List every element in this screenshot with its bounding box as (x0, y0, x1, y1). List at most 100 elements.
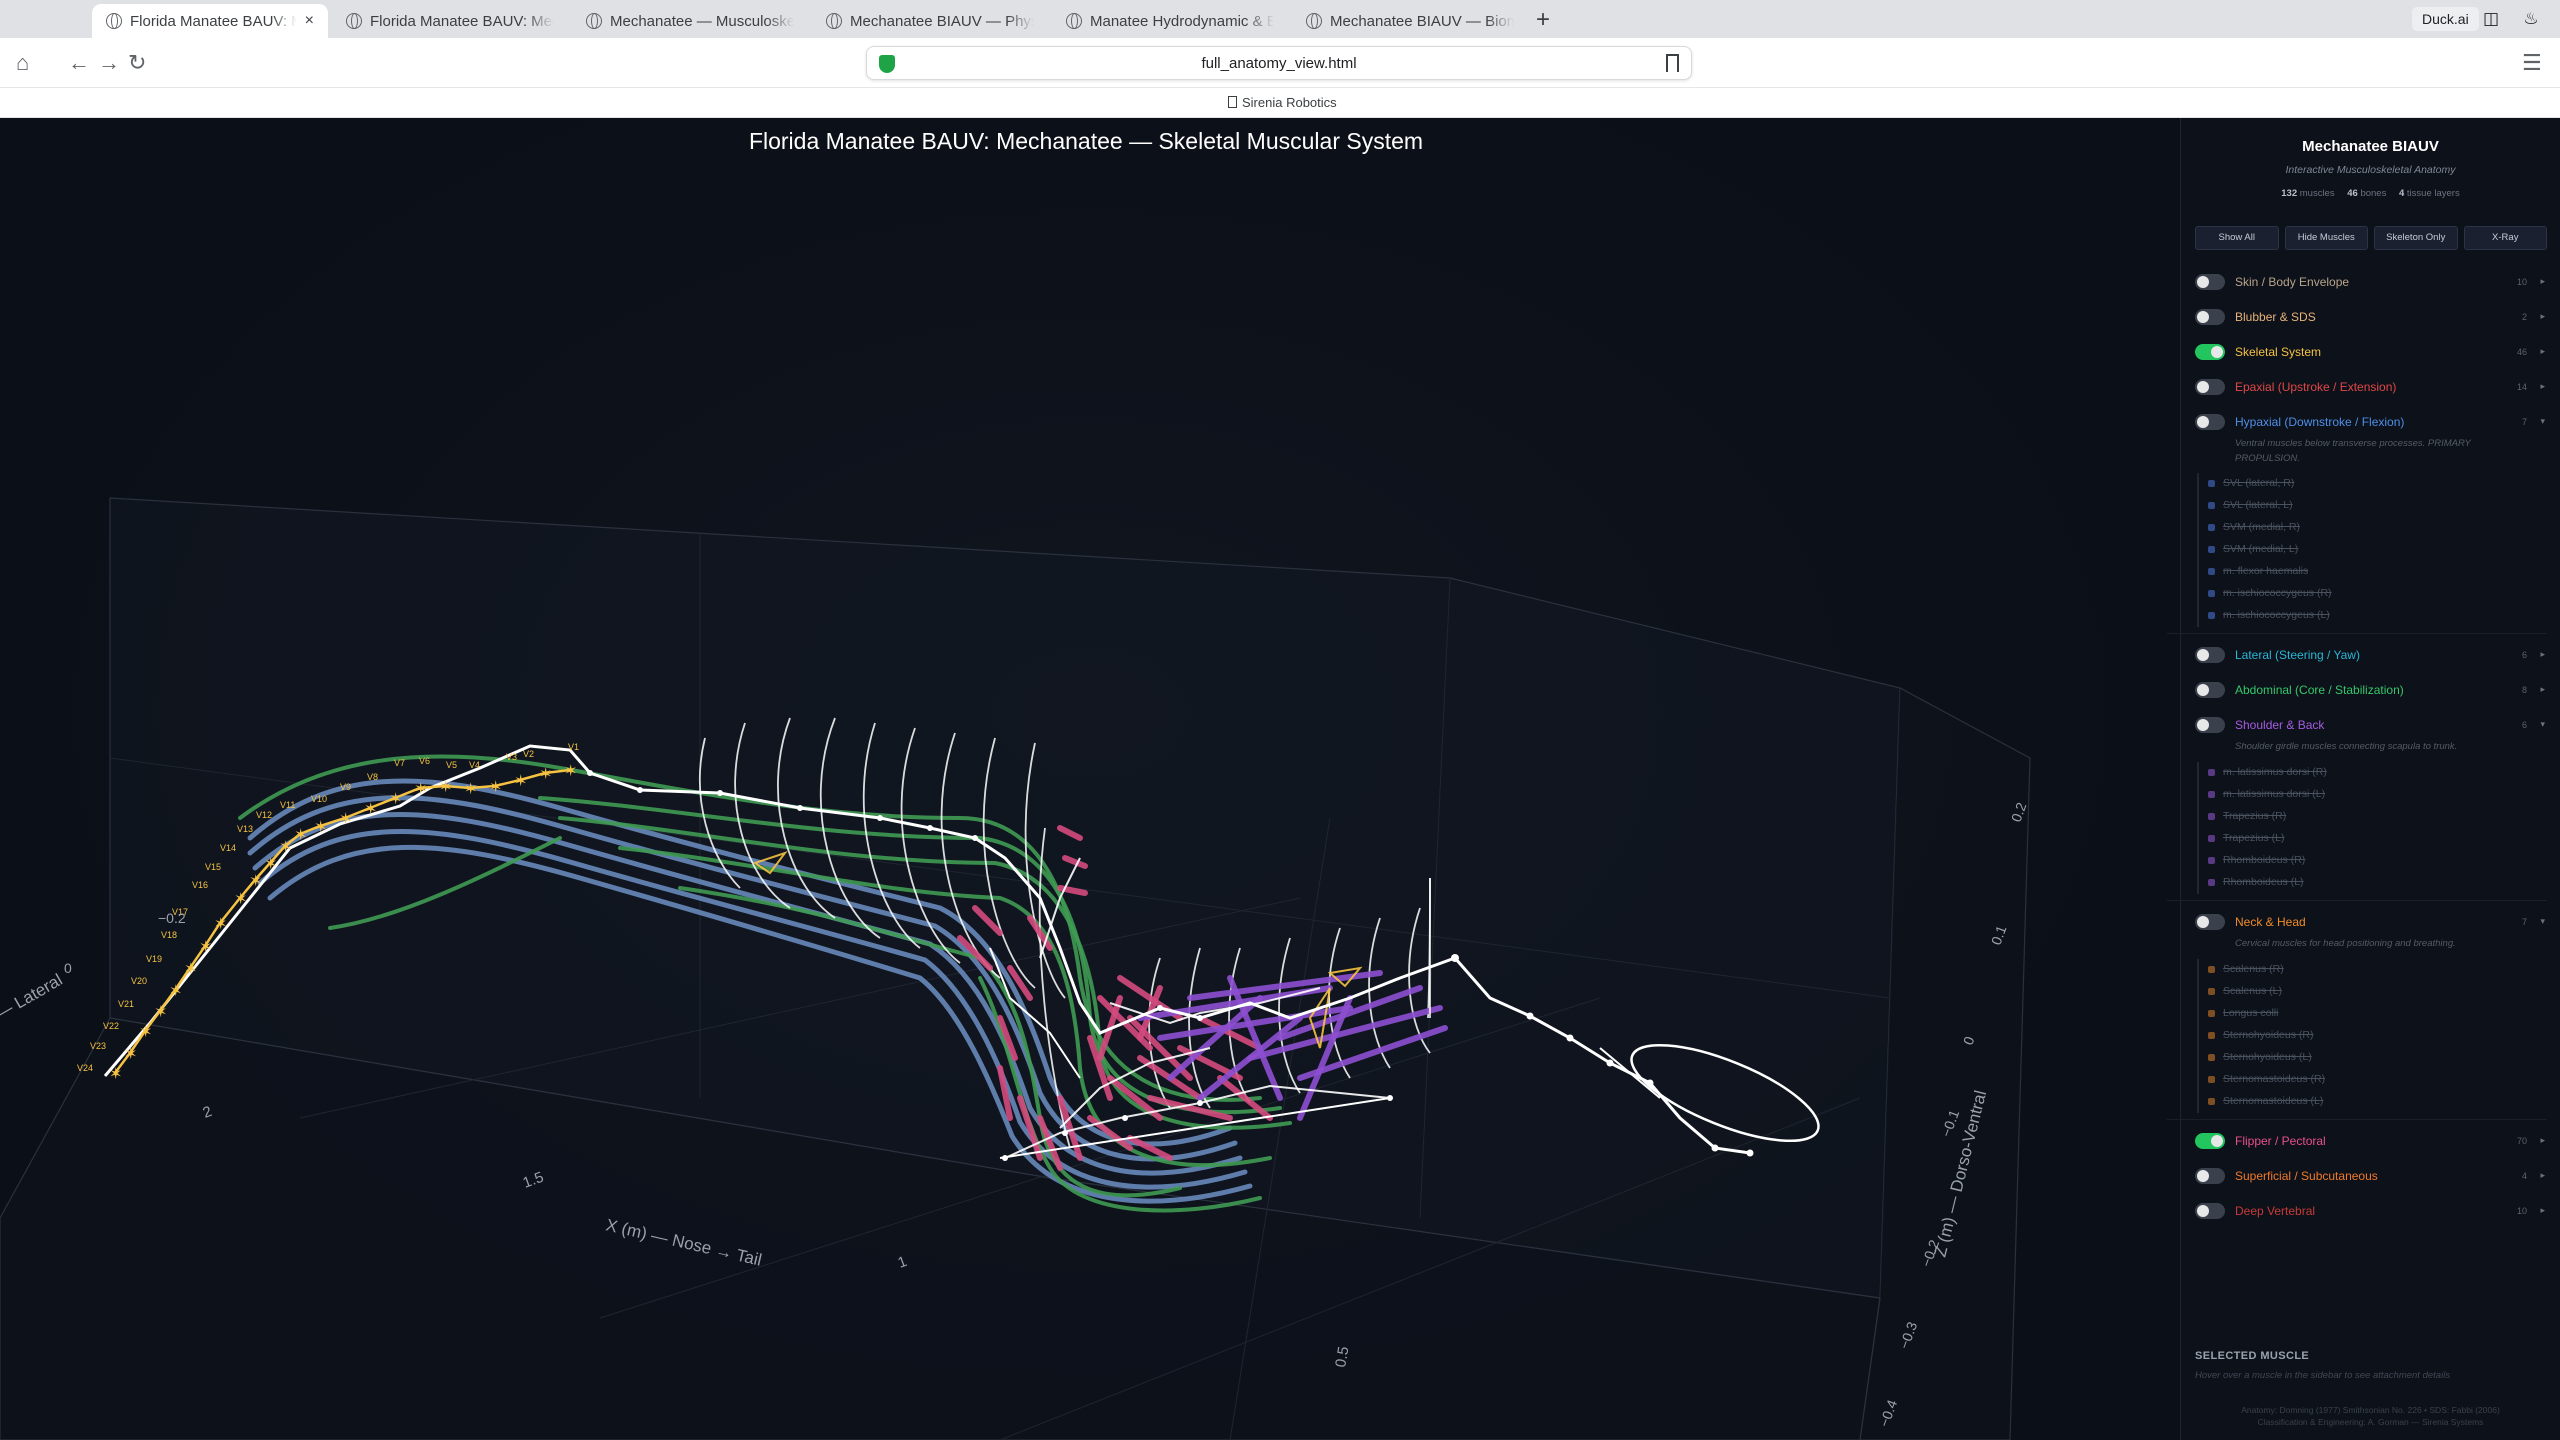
muscle-item[interactable]: Sternomastoideus (L) (2199, 1091, 2517, 1113)
muscle-item[interactable]: Trapezius (L) (2199, 828, 2517, 850)
close-icon[interactable]: × (305, 12, 314, 30)
bookmark-icon[interactable] (1666, 54, 1679, 72)
muscle-item[interactable]: Trapezius (R) (2199, 806, 2517, 828)
forward-icon[interactable]: → (98, 51, 120, 75)
tab-6[interactable]: Mechanatee BIAUV — Biomimet (1292, 4, 1528, 38)
sidebar-toggle-icon[interactable]: ◫ (2480, 8, 2502, 30)
layer-toggle[interactable] (2195, 414, 2225, 430)
vertebra-marker[interactable]: ✶ (339, 809, 352, 828)
duck-ai-button[interactable]: Duck.ai (2412, 7, 2479, 31)
new-tab-button[interactable]: + (1536, 6, 1550, 34)
vertebra-marker[interactable]: ✶ (169, 981, 182, 1000)
layer-row[interactable]: Blubber & SDS 2 ▸ (2195, 303, 2547, 331)
vertebra-marker[interactable]: ✶ (514, 771, 527, 790)
chevron-icon[interactable]: ▾ (2540, 916, 2545, 927)
muscle-item[interactable]: Longus colli (2199, 1003, 2517, 1025)
muscle-item[interactable]: Scalenus (R) (2199, 959, 2517, 981)
muscle-item[interactable]: m. flexor haemalis (2199, 561, 2517, 583)
layer-toggle[interactable] (2195, 914, 2225, 930)
vertebra-marker[interactable]: ✶ (279, 837, 292, 856)
muscle-item[interactable]: SVL (lateral, R) (2199, 473, 2517, 495)
layer-toggle[interactable] (2195, 1168, 2225, 1184)
back-icon[interactable]: ← (68, 51, 90, 75)
vertebra-marker[interactable]: ✶ (314, 817, 327, 836)
reload-icon[interactable]: ↻ (128, 51, 146, 75)
vertebra-marker[interactable]: ✶ (364, 799, 377, 818)
layer-row[interactable]: Hypaxial (Downstroke / Flexion) 7 ▾ (2195, 408, 2547, 436)
vertebra-marker[interactable]: ✶ (294, 825, 307, 844)
fire-icon[interactable]: ♨ (2520, 8, 2542, 30)
muscle-item[interactable]: SVM (medial, L) (2199, 539, 2517, 561)
show-all-button[interactable]: Show All (2195, 226, 2279, 250)
muscle-item[interactable]: m. ischiococcygeus (R) (2199, 583, 2517, 605)
vertebra-marker[interactable]: ✶ (109, 1064, 122, 1083)
muscle-item[interactable]: Sternohyoideus (L) (2199, 1047, 2517, 1069)
layer-row[interactable]: Neck & Head 7 ▾ (2195, 908, 2547, 936)
tab-2[interactable]: Florida Manatee BAUV: Mechanatee (332, 4, 568, 38)
layer-toggle[interactable] (2195, 309, 2225, 325)
vertebra-marker[interactable]: ✶ (199, 937, 212, 956)
muscle-item[interactable]: Rhomboideus (L) (2199, 872, 2517, 894)
layer-row[interactable]: Superficial / Subcutaneous 4 ▸ (2195, 1162, 2547, 1190)
vertebra-marker[interactable]: ✶ (264, 854, 277, 873)
home-icon[interactable]: ⌂ (16, 51, 29, 75)
vertebra-marker[interactable]: ✶ (464, 779, 477, 798)
layer-row[interactable]: Abdominal (Core / Stabilization) 8 ▸ (2195, 676, 2547, 704)
vertebra-marker[interactable]: ✶ (139, 1022, 152, 1041)
vertebra-marker[interactable]: ✶ (184, 959, 197, 978)
hide-muscles-button[interactable]: Hide Muscles (2284, 226, 2368, 250)
x-ray-button[interactable]: X-Ray (2463, 226, 2547, 250)
vertebra-marker[interactable]: ✶ (564, 761, 577, 780)
muscle-item[interactable]: m. ischiococcygeus (L) (2199, 605, 2517, 627)
vertebra-marker[interactable]: ✶ (389, 789, 402, 808)
vertebra-marker[interactable]: ✶ (249, 871, 262, 890)
layer-toggle[interactable] (2195, 344, 2225, 360)
layer-row[interactable]: Flipper / Pectoral 70 ▸ (2195, 1127, 2547, 1155)
muscle-item[interactable]: Rhomboideus (R) (2199, 850, 2517, 872)
chevron-icon[interactable]: ▸ (2540, 1135, 2545, 1146)
layer-row[interactable]: Deep Vertebral 10 ▸ (2195, 1197, 2547, 1225)
layer-toggle[interactable] (2195, 1203, 2225, 1219)
vertebra-marker[interactable]: ✶ (439, 777, 452, 796)
chevron-icon[interactable]: ▸ (2540, 649, 2545, 660)
layer-toggle[interactable] (2195, 274, 2225, 290)
vertebra-marker[interactable]: ✶ (489, 777, 502, 796)
muscle-item[interactable]: Scalenus (L) (2199, 981, 2517, 1003)
muscle-item[interactable]: SVL (lateral, L) (2199, 495, 2517, 517)
vertebra-marker[interactable]: ✶ (414, 779, 427, 798)
tab-5[interactable]: Manatee Hydrodynamic & Biom (1052, 4, 1288, 38)
vertebra-marker[interactable]: ✶ (154, 1002, 167, 1021)
menu-icon[interactable]: ☰ (2522, 51, 2542, 75)
layer-toggle[interactable] (2195, 1133, 2225, 1149)
layer-row[interactable]: Skeletal System 46 ▸ (2195, 338, 2547, 366)
layer-toggle[interactable] (2195, 647, 2225, 663)
anatomy-3d-plot[interactable]: Florida Manatee BAUV: Mechanatee — Skele… (0, 118, 2180, 1440)
layer-row[interactable]: Epaxial (Upstroke / Extension) 14 ▸ (2195, 373, 2547, 401)
chevron-icon[interactable]: ▸ (2540, 276, 2545, 287)
muscle-item[interactable]: m. latissimus dorsi (R) (2199, 762, 2517, 784)
tab-1[interactable]: Florida Manatee BAUV: Mechanatee × (92, 4, 328, 38)
skeleton-only-button[interactable]: Skeleton Only (2374, 226, 2458, 250)
chevron-icon[interactable]: ▸ (2540, 1170, 2545, 1181)
muscle-item[interactable]: SVM (medial, R) (2199, 517, 2517, 539)
tab-3[interactable]: Mechanatee — Musculoskeletal (572, 4, 808, 38)
layer-toggle[interactable] (2195, 682, 2225, 698)
layer-toggle[interactable] (2195, 717, 2225, 733)
vertebra-marker[interactable]: ✶ (214, 914, 227, 933)
plot-canvas[interactable]: ✶ V1 ✶ V2 ✶ V3 ✶ V4 ✶ V5 ✶ V6 ✶ V7 ✶ V8 ✶ V9 ✶ V10 ✶ V11 ✶ V12 ✶… (0, 118, 2180, 1440)
muscle-item[interactable]: Sternohyoideus (R) (2199, 1025, 2517, 1047)
vertebra-marker[interactable]: ✶ (124, 1044, 137, 1063)
chevron-icon[interactable]: ▸ (2540, 311, 2545, 322)
chevron-icon[interactable]: ▸ (2540, 346, 2545, 357)
vertebra-marker[interactable]: ✶ (234, 889, 247, 908)
chevron-icon[interactable]: ▸ (2540, 1205, 2545, 1216)
layer-row[interactable]: Lateral (Steering / Yaw) 6 ▸ (2195, 641, 2547, 669)
bookmark-sirenia[interactable]: Sirenia Robotics (1228, 95, 1337, 110)
layer-row[interactable]: Shoulder & Back 6 ▾ (2195, 711, 2547, 739)
muscle-item[interactable]: m. latissimus dorsi (L) (2199, 784, 2517, 806)
chevron-icon[interactable]: ▸ (2540, 684, 2545, 695)
chevron-icon[interactable]: ▾ (2540, 416, 2545, 427)
layer-row[interactable]: Skin / Body Envelope 10 ▸ (2195, 268, 2547, 296)
chevron-icon[interactable]: ▾ (2540, 719, 2545, 730)
muscle-item[interactable]: Sternomastoideus (R) (2199, 1069, 2517, 1091)
